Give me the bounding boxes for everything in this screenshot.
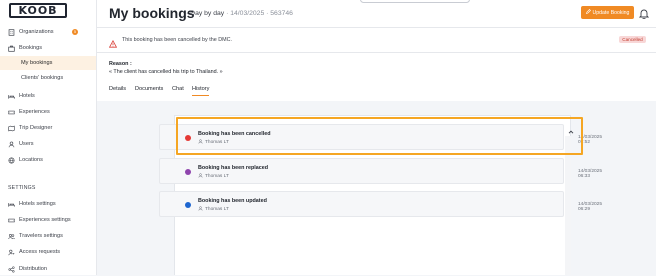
sidebar-item-label: My bookings bbox=[21, 60, 53, 66]
user-icon bbox=[8, 141, 15, 148]
history-event[interactable]: Booking has been cancelled Thomas LT 14/… bbox=[159, 124, 602, 150]
event-date: 14/03/2025 06:29 bbox=[578, 202, 603, 212]
sidebar-item-organizations[interactable]: Organizations 5 bbox=[0, 25, 96, 39]
sidebar-item-label: Travelers settings bbox=[19, 233, 63, 239]
user-icon bbox=[198, 173, 203, 180]
event-date: 14/03/2025 06:33 bbox=[578, 169, 603, 179]
booking-type: Day by day bbox=[190, 10, 225, 17]
sidebar-item-users[interactable]: Users bbox=[0, 137, 96, 151]
koob-logo[interactable]: KOOB bbox=[9, 3, 67, 18]
sidebar-item-experiences-settings[interactable]: Experiences settings bbox=[0, 213, 96, 227]
ticket-icon bbox=[8, 109, 15, 116]
cancellation-notice: This booking has been cancelled by the D… bbox=[122, 37, 232, 43]
sidebar-item-label: Locations bbox=[19, 157, 43, 163]
bed-icon bbox=[8, 93, 15, 100]
sidebar-item-label: Hotels bbox=[19, 93, 35, 99]
sidebar-item-label: Hotels settings bbox=[19, 201, 56, 207]
update-booking-button[interactable]: Update Booking bbox=[581, 6, 634, 19]
event-title: Booking has been cancelled bbox=[198, 131, 271, 137]
chevron-up-icon[interactable] bbox=[567, 123, 575, 134]
history-event[interactable]: Booking has been updated Thomas LT 14/03… bbox=[159, 191, 602, 217]
user-key-icon bbox=[8, 249, 15, 256]
reason-text: « The client has cancelled his trip to T… bbox=[109, 69, 223, 75]
event-user: Thomas LT bbox=[198, 173, 229, 180]
briefcase-icon bbox=[8, 45, 15, 52]
sidebar: KOOB Organizations 5 Bookings My booking… bbox=[0, 0, 97, 275]
bell-icon[interactable] bbox=[638, 6, 650, 20]
tab-history[interactable]: History bbox=[192, 86, 210, 96]
event-title: Booking has been updated bbox=[198, 198, 267, 204]
sidebar-item-label: Trip Designer bbox=[19, 125, 53, 131]
event-user: Thomas LT bbox=[198, 139, 229, 146]
sidebar-item-label: Organizations bbox=[19, 29, 54, 35]
sidebar-item-label: Bookings bbox=[19, 45, 43, 51]
divider bbox=[97, 27, 656, 28]
sidebar-item-label: Access requests bbox=[19, 249, 61, 255]
event-user-name: Thomas LT bbox=[205, 174, 229, 179]
bed-icon bbox=[8, 201, 15, 208]
ticket-icon bbox=[8, 217, 15, 224]
share-icon bbox=[8, 265, 15, 273]
user-icon bbox=[198, 206, 203, 213]
status-badge: Cancelled bbox=[619, 36, 646, 43]
sidebar-item-bookings[interactable]: Bookings bbox=[0, 41, 96, 55]
booking-header: My bookings · Day by day · 14/03/2025 · … bbox=[97, 0, 656, 101]
history-scroll-rail[interactable] bbox=[565, 136, 571, 275]
sidebar-item-experiences[interactable]: Experiences bbox=[0, 105, 96, 119]
sidebar-item-clients-bookings[interactable]: Clients' bookings bbox=[0, 71, 96, 85]
notification-badge: 5 bbox=[72, 29, 78, 35]
event-date: 14/03/2025 07:52 bbox=[578, 135, 603, 145]
edit-icon bbox=[585, 9, 591, 16]
sidebar-item-label: Experiences bbox=[19, 109, 50, 115]
tab-chat[interactable]: Chat bbox=[172, 86, 184, 92]
tab-details[interactable]: Details bbox=[109, 86, 126, 92]
event-user-name: Thomas LT bbox=[205, 140, 229, 145]
reason-label: Reason : bbox=[109, 61, 132, 67]
sidebar-item-trip-designer[interactable]: Trip Designer bbox=[0, 121, 96, 135]
meta-separator: · bbox=[186, 10, 189, 17]
sidebar-item-my-bookings[interactable]: My bookings bbox=[0, 56, 96, 70]
event-title: Booking has been replaced bbox=[198, 165, 269, 171]
settings-section-label: SETTINGS bbox=[8, 185, 36, 191]
sidebar-item-label: Clients' bookings bbox=[21, 75, 64, 81]
user-icon bbox=[198, 139, 203, 146]
sidebar-item-hotels-settings[interactable]: Hotels settings bbox=[0, 197, 96, 211]
divider bbox=[97, 52, 656, 53]
building-icon bbox=[8, 28, 15, 36]
sidebar-item-hotels[interactable]: Hotels bbox=[0, 89, 96, 103]
search-bar[interactable] bbox=[360, 0, 470, 3]
event-user: Thomas LT bbox=[198, 206, 229, 213]
sidebar-item-label: Distribution bbox=[19, 266, 47, 272]
sidebar-item-locations[interactable]: Locations bbox=[0, 153, 96, 167]
sidebar-item-label: Users bbox=[19, 141, 34, 147]
map-icon bbox=[8, 125, 15, 132]
globe-icon bbox=[8, 157, 15, 164]
sidebar-item-travelers-settings[interactable]: Travelers settings bbox=[0, 229, 96, 243]
sidebar-item-label: Experiences settings bbox=[19, 217, 71, 223]
booking-meta: · Day by day · 14/03/2025 · 563746 bbox=[186, 10, 293, 17]
event-user-name: Thomas LT bbox=[205, 207, 229, 212]
history-event[interactable]: Booking has been replaced Thomas LT 14/0… bbox=[159, 158, 602, 184]
event-status-dot bbox=[185, 135, 191, 141]
event-status-dot bbox=[185, 169, 191, 175]
page-title: My bookings bbox=[109, 5, 195, 21]
users-icon bbox=[8, 233, 15, 240]
sidebar-item-access-requests[interactable]: Access requests bbox=[0, 245, 96, 259]
event-status-dot bbox=[185, 202, 191, 208]
update-booking-label: Update Booking bbox=[592, 9, 630, 16]
tab-documents[interactable]: Documents bbox=[135, 86, 163, 92]
booking-date-id: · 14/03/2025 · 563746 bbox=[226, 10, 293, 17]
main-content: My bookings · Day by day · 14/03/2025 · … bbox=[97, 0, 656, 275]
warning-icon bbox=[108, 35, 118, 48]
sidebar-item-distribution[interactable]: Distribution bbox=[0, 262, 96, 276]
